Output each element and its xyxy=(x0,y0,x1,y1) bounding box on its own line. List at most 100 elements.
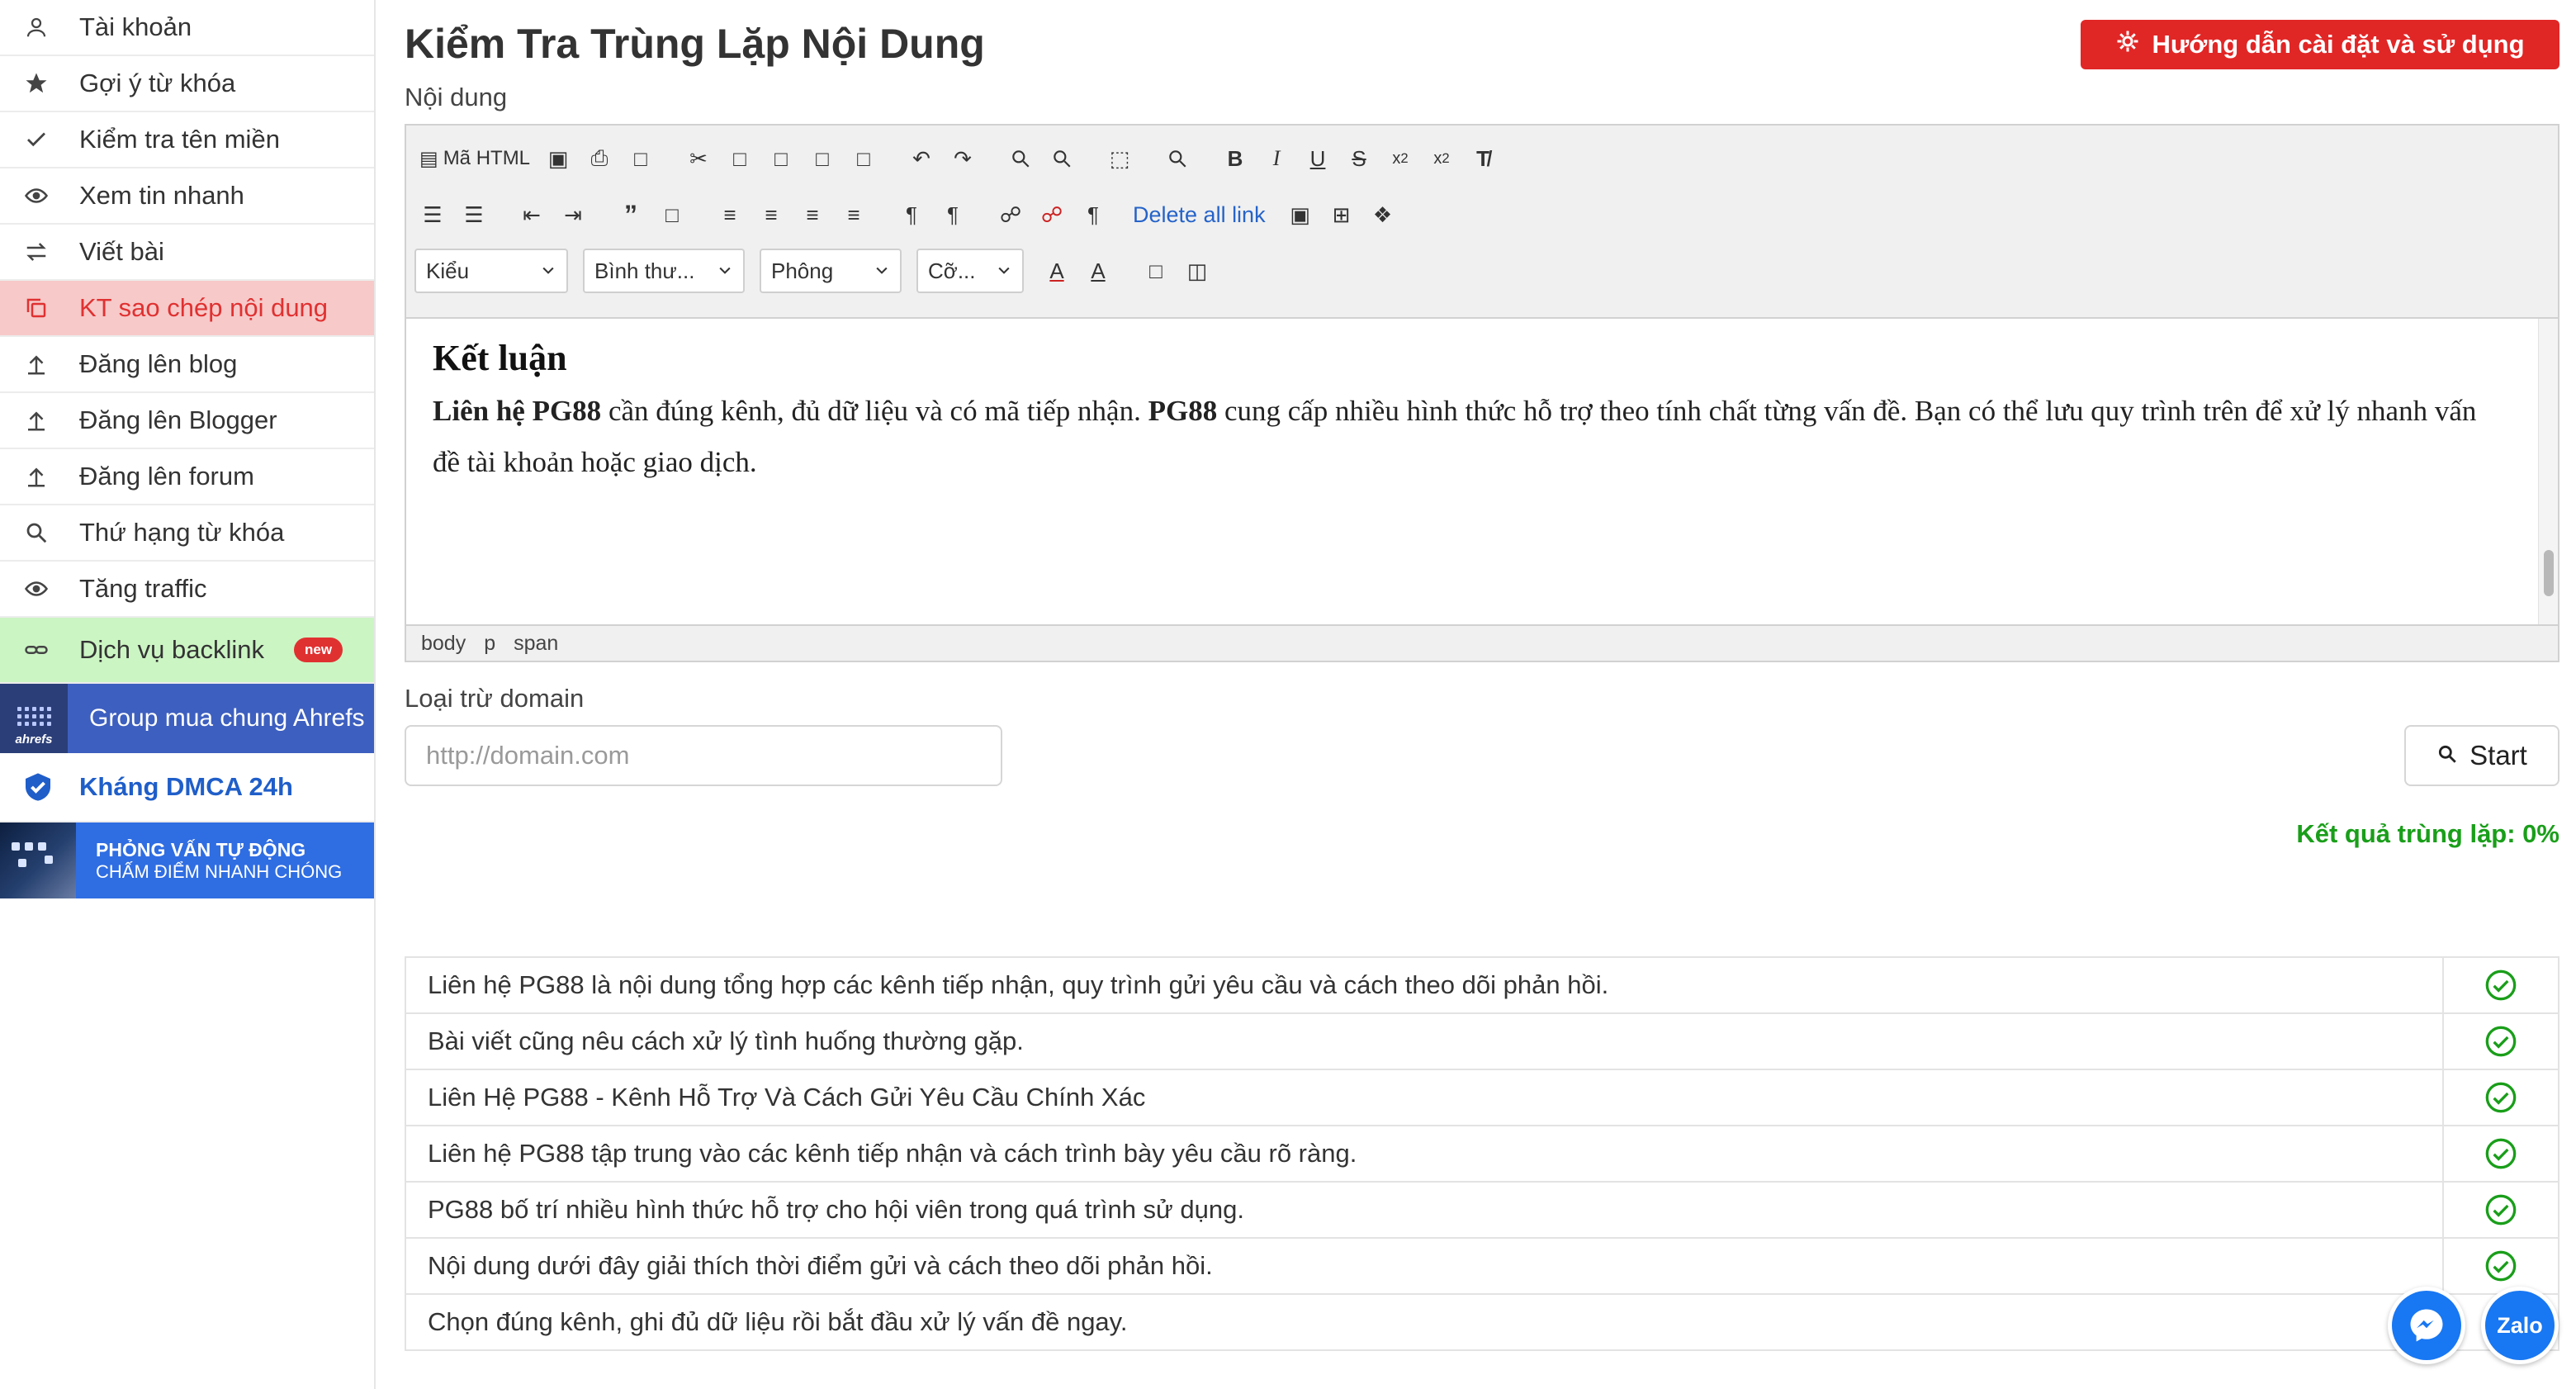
result-status xyxy=(2442,1069,2559,1126)
outdent-icon[interactable]: ⇤ xyxy=(514,197,550,233)
sidebar-item-account[interactable]: Tài khoản xyxy=(0,0,374,56)
zalo-button[interactable]: Zalo xyxy=(2481,1287,2559,1364)
path-p[interactable]: p xyxy=(484,632,495,656)
table-row: PG88 bố trí nhiều hình thức hỗ trợ cho h… xyxy=(405,1181,2559,1239)
sidebar-item-post-blog[interactable]: Đăng lên blog xyxy=(0,337,374,393)
sidebar-item-label: KT sao chép nội dung xyxy=(79,293,329,322)
scrollbar-thumb[interactable] xyxy=(2544,550,2554,596)
bold-icon[interactable]: B xyxy=(1217,140,1253,177)
paste-word-icon[interactable]: □ xyxy=(845,140,882,177)
info-icon[interactable]: ❖ xyxy=(1365,197,1401,233)
text-color-icon[interactable]: A xyxy=(1039,253,1075,289)
find-icon[interactable] xyxy=(1002,140,1039,177)
font-select-value: Phông xyxy=(771,258,834,283)
messenger-button[interactable] xyxy=(2388,1287,2465,1364)
div-icon[interactable]: □ xyxy=(654,197,690,233)
print-icon[interactable]: ⎙ xyxy=(581,140,618,177)
editor-content[interactable]: Kết luận Liên hệ PG88 cần đúng kênh, đủ … xyxy=(406,317,2558,626)
result-sentence: Liên hệ PG88 là nội dung tổng hợp các kê… xyxy=(405,956,2444,1014)
template-icon[interactable]: □ xyxy=(623,140,659,177)
unlink-icon[interactable]: ☍ xyxy=(1034,197,1070,233)
exclude-domain-input[interactable] xyxy=(405,725,1002,786)
sidebar-item-ahrefs-group[interactable]: ahrefs Group mua chung Ahrefs xyxy=(0,684,374,753)
sidebar-item-label: Tăng traffic xyxy=(79,574,207,603)
rich-text-editor: ▤ Mã HTML ▣ ⎙ □ ✂ □ □ □ □ ↶ ↷ ⬚ B I U S … xyxy=(405,124,2559,662)
content-label: Nội dung xyxy=(405,83,508,111)
new-badge: new xyxy=(293,638,343,662)
zalo-icon: Zalo xyxy=(2485,1291,2555,1360)
size-select-value: Cỡ... xyxy=(928,258,976,283)
main-content: Kiểm Tra Trùng Lặp Nội Dung Hướng dẫn cà… xyxy=(405,0,2559,1389)
bg-color-icon[interactable]: A xyxy=(1080,253,1116,289)
format-select[interactable]: Bình thư... xyxy=(583,249,745,293)
numbered-list-icon[interactable]: ☰ xyxy=(414,197,451,233)
remove-format-icon[interactable]: T̸ xyxy=(1465,140,1501,177)
banner-line1: PHỎNG VẤN TỰ ĐỘNG xyxy=(96,838,306,860)
bullet-list-icon[interactable]: ☰ xyxy=(456,197,492,233)
underline-icon[interactable]: U xyxy=(1300,140,1336,177)
link-icon xyxy=(20,633,53,666)
ltr-icon[interactable]: ¶ xyxy=(893,197,930,233)
promo-banner[interactable]: PHỎNG VẤN TỰ ĐỘNG CHẤM ĐIỂM NHANH CHÓNG xyxy=(0,822,374,898)
editor-scrollbar[interactable] xyxy=(2538,319,2558,626)
show-blocks-icon[interactable]: ◫ xyxy=(1179,253,1215,289)
sidebar-item-copy-check[interactable]: KT sao chép nội dung xyxy=(0,281,374,337)
result-sentence: Nội dung dưới đây giải thích thời điểm g… xyxy=(405,1237,2444,1295)
image-icon[interactable]: ▣ xyxy=(1282,197,1319,233)
sidebar-item-backlink[interactable]: Dịch vụ backlink new xyxy=(0,618,374,684)
sidebar-item-quick-news[interactable]: Xem tin nhanh xyxy=(0,168,374,225)
align-left-icon[interactable]: ≡ xyxy=(712,197,748,233)
page-title: Kiểm Tra Trùng Lặp Nội Dung xyxy=(405,21,985,67)
italic-icon[interactable]: I xyxy=(1258,140,1295,177)
subscript-icon[interactable]: x2 xyxy=(1382,140,1418,177)
select-all-icon[interactable]: ⬚ xyxy=(1101,140,1138,177)
sidebar-item-dmca[interactable]: Kháng DMCA 24h xyxy=(0,753,374,822)
sidebar-item-domain-check[interactable]: Kiểm tra tên miền xyxy=(0,112,374,168)
guide-button[interactable]: Hướng dẫn cài đặt và sử dụng xyxy=(2081,20,2559,69)
delete-all-links-button[interactable]: Delete all link xyxy=(1133,197,1266,233)
sidebar-item-post-forum[interactable]: Đăng lên forum xyxy=(0,449,374,505)
undo-icon[interactable]: ↶ xyxy=(903,140,940,177)
sidebar-item-write[interactable]: Viết bài xyxy=(0,225,374,281)
paste-text-icon[interactable]: □ xyxy=(804,140,841,177)
rtl-icon[interactable]: ¶ xyxy=(935,197,971,233)
font-select[interactable]: Phông xyxy=(760,249,902,293)
result-status xyxy=(2442,1125,2559,1183)
chevron-down-icon xyxy=(874,258,890,284)
indent-icon[interactable]: ⇥ xyxy=(555,197,591,233)
table-icon[interactable]: ⊞ xyxy=(1324,197,1360,233)
sidebar-item-traffic[interactable]: Tăng traffic xyxy=(0,562,374,618)
source-html-button[interactable]: ▤ Mã HTML xyxy=(414,140,535,177)
sidebar-item-post-blogger[interactable]: Đăng lên Blogger xyxy=(0,393,374,449)
check-circle-icon xyxy=(2484,1025,2517,1057)
blockquote-icon[interactable]: ” xyxy=(613,197,649,233)
path-body[interactable]: body xyxy=(421,632,466,656)
path-span[interactable]: span xyxy=(514,632,558,656)
strikethrough-icon[interactable]: S xyxy=(1341,140,1377,177)
style-select[interactable]: Kiểu xyxy=(414,249,568,293)
sidebar-item-keyword-rank[interactable]: Thứ hạng từ khóa xyxy=(0,505,374,562)
link-icon[interactable]: ☍ xyxy=(992,197,1029,233)
cut-icon[interactable]: ✂ xyxy=(680,140,717,177)
sidebar-item-label: Viết bài xyxy=(79,237,164,266)
sidebar-item-label: Dịch vụ backlink xyxy=(79,635,264,664)
maximize-icon[interactable]: □ xyxy=(1138,253,1174,289)
replace-icon[interactable] xyxy=(1044,140,1080,177)
sidebar-item-label: Kháng DMCA 24h xyxy=(79,772,293,801)
align-center-icon[interactable]: ≡ xyxy=(753,197,789,233)
sidebar-item-keyword-suggest[interactable]: Gợi ý từ khóa xyxy=(0,56,374,112)
size-select[interactable]: Cỡ... xyxy=(916,249,1024,293)
spellcheck-icon[interactable] xyxy=(1159,140,1196,177)
check-circle-icon xyxy=(2484,1193,2517,1225)
align-right-icon[interactable]: ≡ xyxy=(794,197,831,233)
copy-icon[interactable]: □ xyxy=(722,140,758,177)
redo-icon[interactable]: ↷ xyxy=(945,140,981,177)
save-icon[interactable]: ▣ xyxy=(540,140,576,177)
content-heading: Kết luận xyxy=(433,338,567,378)
result-sentence: Liên hệ PG88 tập trung vào các kênh tiếp… xyxy=(405,1125,2444,1183)
superscript-icon[interactable]: x2 xyxy=(1423,140,1460,177)
paste-icon[interactable]: □ xyxy=(763,140,799,177)
align-justify-icon[interactable]: ≡ xyxy=(836,197,872,233)
anchor-icon[interactable]: ¶ xyxy=(1075,197,1111,233)
start-button[interactable]: Start xyxy=(2404,725,2559,786)
